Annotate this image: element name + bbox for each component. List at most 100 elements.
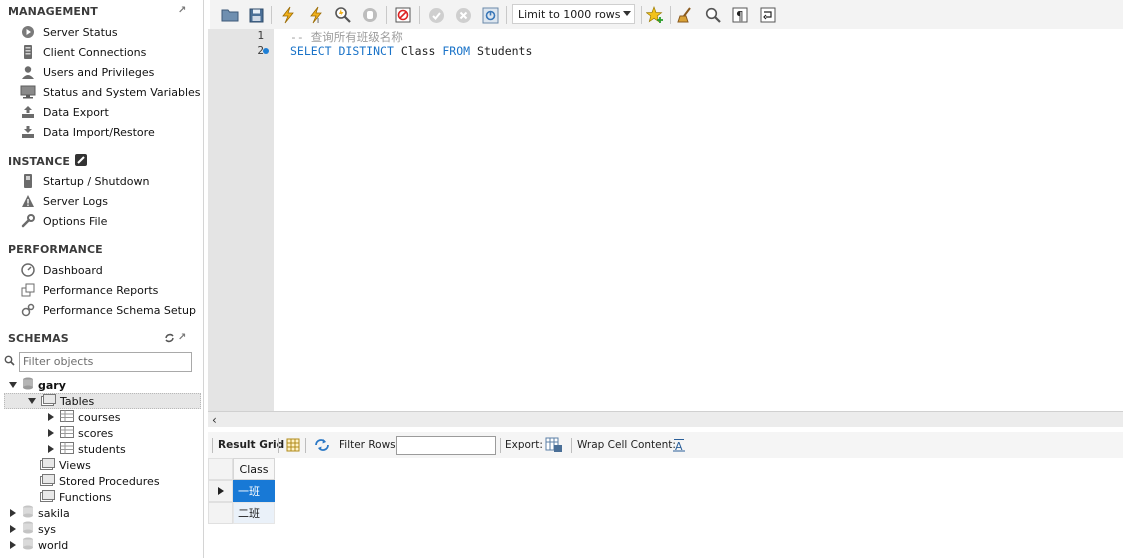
open-file-icon[interactable] xyxy=(220,5,240,25)
expanded-arrow-icon[interactable] xyxy=(27,396,37,406)
management-header: MANAGEMENT ↗ xyxy=(8,5,187,18)
find-magnifier-icon[interactable] xyxy=(703,5,723,25)
filter-rows-label: Filter Rows: xyxy=(339,439,400,451)
expand-icon[interactable]: ↗ xyxy=(178,5,186,16)
svg-text:A: A xyxy=(675,440,683,452)
nav-server-logs[interactable]: Server Logs xyxy=(20,191,202,211)
filter-rows-input[interactable] xyxy=(396,436,496,455)
table-cell[interactable]: 一班 xyxy=(233,480,275,502)
grid-corner xyxy=(208,458,233,480)
commit-icon[interactable] xyxy=(426,5,446,25)
server-icon xyxy=(20,44,36,60)
user-icon xyxy=(20,64,36,80)
sql-editor-toolbar: I Limit to 1000 rows ¶ xyxy=(210,0,1123,29)
horizontal-scrollbar[interactable]: ‹ xyxy=(208,411,1123,427)
collapsed-arrow-icon[interactable] xyxy=(46,444,56,454)
nav-options-file[interactable]: Options File xyxy=(20,211,202,231)
toggle-continue-icon[interactable] xyxy=(393,5,413,25)
save-icon[interactable] xyxy=(246,5,266,25)
table-courses[interactable]: courses xyxy=(46,409,121,425)
line-number: 2 xyxy=(257,44,264,57)
expanded-arrow-icon[interactable] xyxy=(8,380,18,390)
performance-header: PERFORMANCE xyxy=(8,243,103,256)
refresh-icon[interactable] xyxy=(164,332,175,346)
add-snippet-star-icon[interactable] xyxy=(645,5,665,25)
schema-sakila[interactable]: sakila xyxy=(8,505,70,521)
beautify-broom-icon[interactable] xyxy=(676,5,696,25)
nav-dashboard[interactable]: Dashboard xyxy=(20,260,202,280)
column-header-class[interactable]: Class xyxy=(233,458,275,480)
result-toolbar: Result Grid Filter Rows: Export: Wrap Ce… xyxy=(208,432,1123,458)
execute-current-icon[interactable]: I xyxy=(306,5,326,25)
nav-users-privileges[interactable]: Users and Privileges xyxy=(20,62,202,82)
instance-icon xyxy=(74,154,87,169)
wrench-icon xyxy=(20,213,36,229)
nav-startup-shutdown[interactable]: Startup / Shutdown xyxy=(20,171,202,191)
nav-status-variables[interactable]: Status and System Variables xyxy=(20,82,202,102)
current-row-arrow-icon xyxy=(217,487,224,495)
reports-icon xyxy=(20,282,36,298)
execute-lightning-icon[interactable] xyxy=(278,5,298,25)
settings-icon xyxy=(20,302,36,318)
database-icon xyxy=(22,537,34,553)
monitor-icon xyxy=(20,84,36,100)
result-grid: Class 一班 二班 xyxy=(208,458,1123,558)
nav-schema-setup[interactable]: Performance Schema Setup xyxy=(20,300,202,320)
svg-text:I: I xyxy=(317,17,319,24)
collapsed-arrow-icon[interactable] xyxy=(8,540,18,550)
row-marker[interactable] xyxy=(208,480,233,502)
folder-functions-icon xyxy=(40,489,55,505)
scroll-left-icon[interactable]: ‹ xyxy=(212,413,217,427)
code-line-1: -- 查询所有班级名称 xyxy=(290,30,403,44)
svg-text:¶: ¶ xyxy=(736,9,744,23)
word-wrap-icon[interactable] xyxy=(758,5,778,25)
wrap-cell-toggle-icon[interactable]: A xyxy=(672,432,686,458)
filter-objects-input[interactable] xyxy=(19,351,192,372)
play-circle-icon xyxy=(20,24,36,40)
tree-functions[interactable]: Functions xyxy=(40,489,112,505)
collapsed-arrow-icon[interactable] xyxy=(8,524,18,534)
collapsed-arrow-icon[interactable] xyxy=(46,428,56,438)
row-marker[interactable] xyxy=(208,502,233,524)
schema-world[interactable]: world xyxy=(8,537,68,553)
sql-editor[interactable]: 1 2 -- 查询所有班级名称 SELECT DISTINCT Class FR… xyxy=(208,29,1123,411)
result-grid-tab[interactable]: Result Grid xyxy=(218,432,284,458)
grid-layout-icon[interactable] xyxy=(286,432,300,458)
table-icon xyxy=(60,441,74,457)
folder-views-icon xyxy=(40,457,55,473)
autocommit-icon[interactable] xyxy=(480,5,500,25)
table-students[interactable]: students xyxy=(46,441,126,457)
collapsed-arrow-icon[interactable] xyxy=(46,412,56,422)
tree-stored-procedures[interactable]: Stored Procedures xyxy=(40,473,160,489)
chevron-down-icon xyxy=(623,11,631,16)
table-cell[interactable]: 二班 xyxy=(233,502,275,524)
rollback-icon[interactable] xyxy=(453,5,473,25)
limit-rows-select[interactable]: Limit to 1000 rows xyxy=(512,4,635,24)
table-scores[interactable]: scores xyxy=(46,425,113,441)
power-icon xyxy=(20,173,36,189)
nav-data-export[interactable]: Data Export xyxy=(20,102,202,122)
database-icon xyxy=(22,377,34,393)
expand-schemas-icon[interactable]: ↗ xyxy=(178,332,186,343)
explain-magnifier-icon[interactable] xyxy=(333,5,353,25)
nav-client-connections[interactable]: Client Connections xyxy=(20,42,202,62)
invisible-chars-icon[interactable]: ¶ xyxy=(730,5,750,25)
nav-server-status[interactable]: Server Status xyxy=(20,22,202,42)
instance-header: INSTANCE xyxy=(8,154,87,169)
nav-data-import[interactable]: Data Import/Restore xyxy=(20,122,202,142)
nav-performance-reports[interactable]: Performance Reports xyxy=(20,280,202,300)
schema-sys[interactable]: sys xyxy=(8,521,56,537)
tree-tables[interactable]: Tables xyxy=(4,393,201,409)
tree-views[interactable]: Views xyxy=(40,457,91,473)
search-icon xyxy=(4,355,15,369)
stop-hand-icon[interactable] xyxy=(360,5,380,25)
database-icon xyxy=(22,505,34,521)
table-icon xyxy=(60,425,74,441)
code-line-2: SELECT DISTINCT Class FROM Students xyxy=(290,44,533,58)
refresh-results-icon[interactable] xyxy=(314,432,330,458)
navigator-sidebar: MANAGEMENT ↗ Server Status Client Connec… xyxy=(0,0,204,558)
schema-gary[interactable]: gary xyxy=(8,377,66,393)
export-icon[interactable] xyxy=(545,432,563,458)
collapsed-arrow-icon[interactable] xyxy=(8,508,18,518)
folder-tables-icon xyxy=(41,393,56,409)
